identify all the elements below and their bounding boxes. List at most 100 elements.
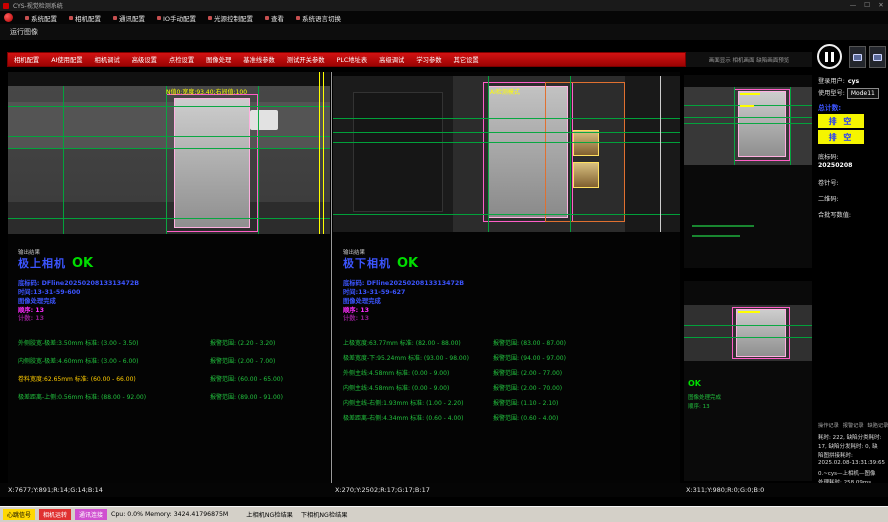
overlay-mark [738,311,760,313]
measurement-row: 外侧胶宽-极差:3.50mm 标准: (3.00 - 3.50) 报警范围: (… [8,338,330,356]
toolbar-learning-params[interactable]: 学习参数 [410,55,447,64]
camera-icon [853,54,862,61]
measurement-row: 极差宽度-下:95.24mm 标准: (93.00 - 98.00) 报警范围:… [333,353,680,368]
toolbar-baseline-params[interactable]: 基准线参数 [237,55,280,64]
measurement-row: 极差距离-右侧:4.34mm 标准: (0.60 - 4.00) 报警范围: (… [333,413,680,428]
overlay-mark [740,105,754,107]
batch-label: 合批写数值: [818,210,851,219]
menu-item-io-manual[interactable]: IO手动配置 [151,13,202,23]
log-line: 耗时: 222, 缺陷分类耗时: [818,433,881,441]
measurement-name: 极差距离-上侧:0.56mm 标准: (88.00 - 92.00) [18,392,146,401]
menu-item-view[interactable]: 查看 [259,13,290,23]
alarm-range: 报警范围: (60.00 - 65.00) [210,374,283,383]
close-button[interactable]: ✕ [874,0,888,11]
measurement-row: 外侧主线:4.58mm 标准: (0.00 - 9.00) 报警范围: (2.0… [333,368,680,383]
status-alert-2: 排 空 [818,130,864,144]
login-value: cys [848,78,859,85]
tab-run-image[interactable]: 运行图像 [0,27,48,37]
menu-item-icon [69,16,73,20]
result-title-row: 极下相机 OK [343,255,418,271]
preview-view-top[interactable] [684,75,812,268]
time-line: 时间:13-31-59-600 [18,287,80,296]
menu-item-icon [296,16,300,20]
result-ok-badge: OK [397,256,418,271]
toolbar-other-settings[interactable]: 其它设置 [448,55,485,64]
menu-item-comm-config[interactable]: 通讯配置 [107,13,151,23]
lower-camera-result-label: 下相机NG检结果 [301,510,348,519]
toolbar-row: 相机配置 AI使用配置 相机调试 高级设置 点检设置 图像处理 基准线参数 测试… [0,40,888,72]
comm-connected-badge: 通讯连接 [75,509,107,520]
toolbar-test-switch-params[interactable]: 测试开关参数 [281,55,331,64]
measurement-row: 极差距离-上侧:0.56mm 标准: (88.00 - 92.00) 报警范围:… [8,392,330,410]
log-tab-defects[interactable]: 缺陷记录 [868,422,888,429]
toolbar-camera-config[interactable]: 相机配置 [8,55,45,64]
preview-view-bottom[interactable]: OK 图像处理完成 顺序: 13 [684,281,812,481]
pause-button[interactable] [817,44,842,69]
guide-line [684,325,812,326]
guide-line [734,87,735,165]
snapshot-button[interactable] [849,46,866,68]
right-camera-view[interactable]: AI检测模式 输出结果 极下相机 OK 底标码: DFline202502081… [333,72,680,483]
guide-line [684,123,812,124]
alarm-range: 报警范围: (1.10 - 2.10) [493,398,558,407]
menu-item-system-config[interactable]: 系统配置 [19,13,63,23]
pause-icon [825,52,828,62]
login-row: 登录用户:cys [818,76,859,85]
toolbar-camera-debug[interactable]: 相机调试 [89,55,126,64]
alarm-range: 报警范围: (83.00 - 87.00) [493,338,566,347]
needle-label: 卷针号: [818,178,839,187]
heartbeat-badge: 心跳信号 [3,509,35,520]
menu-item-label: 通讯配置 [119,13,145,23]
log-tab-operations[interactable]: 操作记录 [818,422,839,429]
menu-item-label: IO手动配置 [163,13,196,23]
alarm-range: 报警范围: (2.00 - 77.00) [493,368,562,377]
image-region [8,72,330,86]
record-button[interactable] [869,46,886,68]
ai-mode-label: AI检测模式 [490,87,520,96]
maximize-button[interactable]: ☐ [860,0,874,11]
barcode-row: 底标码: [818,152,839,161]
defect-thumbnail [573,162,599,188]
log-tab-alarms[interactable]: 报警记录 [843,422,864,429]
status-line: 图像处理完成 [18,296,56,305]
menu-item-label: 系统语言切换 [302,13,341,23]
toolbar-advanced-debug[interactable]: 高级调试 [373,55,410,64]
menu-item-icon [265,16,269,20]
guide-line [258,86,259,234]
menu-item-language[interactable]: 系统语言切换 [290,13,347,23]
toolbar-image-process[interactable]: 图像处理 [200,55,237,64]
guide-line [8,136,330,137]
barcode-line: 底标码: DFline2025020813313472B [343,278,464,287]
guide-line [570,76,571,232]
log-tabs: 操作记录 报警记录 缺陷记录 [818,422,888,429]
measurement-name: 上极宽度:63.77mm 标准: (82.00 - 88.00) [343,338,461,347]
menu-item-camera-config[interactable]: 相机配置 [63,13,107,23]
menu-item-label: 相机配置 [75,13,101,23]
left-camera-view[interactable]: N值0:宽度:93.40;右间值:100 输出结果 极上相机 OK 底标码: D… [8,72,330,483]
image-region [353,92,443,212]
model-select[interactable]: Mode11 [847,88,879,99]
info-panel: 登录用户:cys 使用型号:Mode11 总计数: 排 空 排 空 底标码: 2… [815,72,888,505]
menu-item-label: 系统配置 [31,13,57,23]
toolbar-advanced-settings[interactable]: 高级设置 [126,55,163,64]
image-region [625,76,680,232]
measurement-name: 极差距离-右侧:4.34mm 标准: (0.60 - 4.00) [343,413,463,422]
toolbar-spot-check[interactable]: 点检设置 [163,55,200,64]
coordinate-bar: X:7677;Y:891;R:14;G:14;B:14 X:270;Y:2502… [0,483,888,497]
workpiece-block [174,98,250,228]
right-cam-coord: X:270;Y:2502;R:17;G:17;B:17 [335,486,430,494]
menu-item-icon [208,16,212,20]
menu-item-light-control[interactable]: 光源控制配置 [202,13,259,23]
guide-line [790,87,791,165]
guide-line [684,337,812,338]
minimize-button[interactable]: — [846,0,860,11]
toolbar-plc-address[interactable]: PLC地址表 [331,55,374,64]
toolbar-ai-config[interactable]: AI使用配置 [45,55,88,64]
main-toolbar: 相机配置 AI使用配置 相机调试 高级设置 点检设置 图像处理 基准线参数 测试… [7,52,686,67]
title-bar: CYS-视觉检测系统 — ☐ ✕ [0,0,888,11]
cpu-memory-text: Cpu: 0.0% Memory: 3424.41796875M [111,511,228,518]
guide-line [166,86,167,234]
barcode-line: 底标码: DFline2025020813313472B [18,278,139,287]
mini-ok-badge: OK [688,379,701,388]
result-ok-badge: OK [72,256,93,271]
